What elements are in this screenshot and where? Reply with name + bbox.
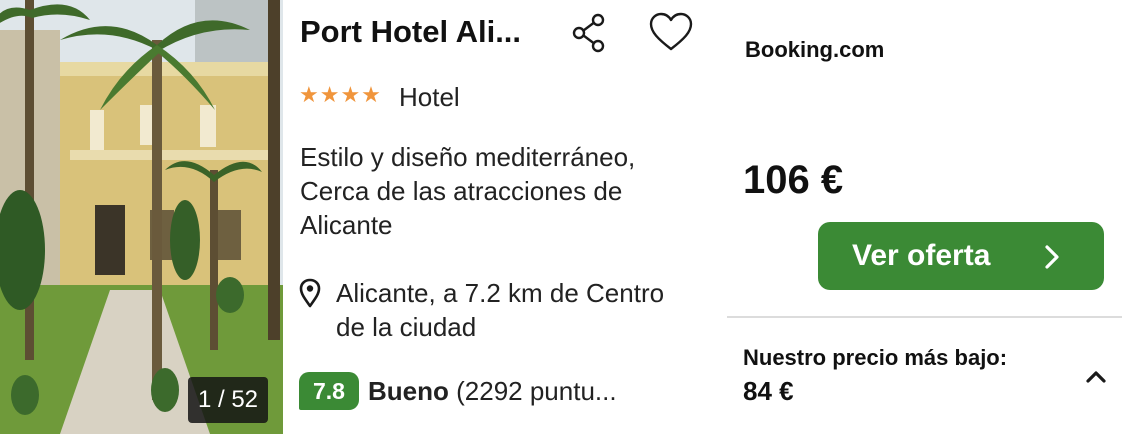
heart-icon	[649, 12, 693, 51]
rating-summary[interactable]: Bueno (2292 puntu...	[368, 376, 698, 407]
star-rating: ★★★★	[299, 82, 382, 107]
rating-score-badge: 7.8	[299, 372, 359, 410]
divider	[727, 316, 1122, 318]
share-icon	[572, 13, 605, 53]
hotel-name[interactable]: Port Hotel Ali...	[300, 14, 550, 50]
lowest-price-label: Nuestro precio más bajo:	[743, 345, 1008, 370]
photo-counter: 1 / 52	[188, 377, 268, 423]
hotel-description: Estilo y diseño mediterráneo, Cerca de l…	[300, 142, 636, 240]
hotel-photo[interactable]: 1 / 52	[0, 0, 283, 434]
hotel-type: Hotel	[399, 82, 460, 112]
hotel-photo-image	[0, 0, 283, 434]
offer-provider: Booking.com	[745, 37, 885, 62]
rating-word: Bueno	[368, 376, 449, 406]
view-offer-label: Ver oferta	[852, 239, 991, 272]
favorite-button[interactable]	[648, 12, 694, 54]
hotel-location: Alicante, a 7.2 km de Centro de la ciuda…	[336, 278, 665, 342]
collapse-prices-button[interactable]	[1082, 364, 1110, 388]
map-pin-icon	[299, 278, 321, 308]
chevron-up-icon	[1086, 371, 1106, 383]
offer-price: 106 €	[743, 158, 844, 202]
chevron-right-icon	[1045, 245, 1059, 269]
rating-reviews: (2292 puntu...	[448, 376, 617, 406]
share-button[interactable]	[568, 12, 612, 54]
view-offer-button[interactable]: Ver oferta	[818, 222, 1104, 290]
lowest-price-value: 84 €	[743, 376, 794, 406]
